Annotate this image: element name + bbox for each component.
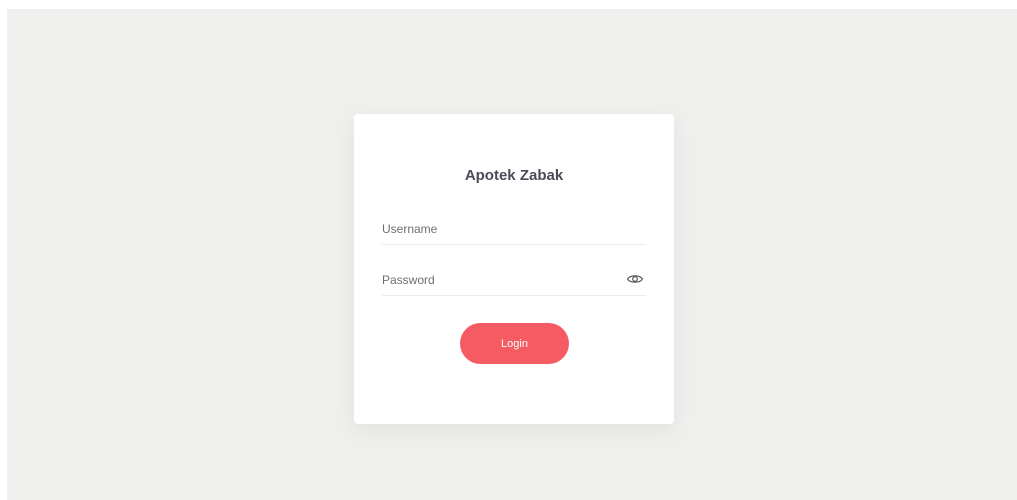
password-input[interactable] — [382, 265, 646, 295]
login-button[interactable]: Login — [460, 323, 569, 364]
eye-icon[interactable] — [626, 272, 644, 286]
username-field — [382, 214, 646, 245]
app-title: Apotek Zabak — [464, 167, 564, 184]
username-input[interactable] — [382, 214, 646, 244]
login-card: Apotek Zabak Login — [354, 114, 674, 424]
page-background: Apotek Zabak Login — [7, 9, 1017, 500]
password-field — [382, 265, 646, 296]
